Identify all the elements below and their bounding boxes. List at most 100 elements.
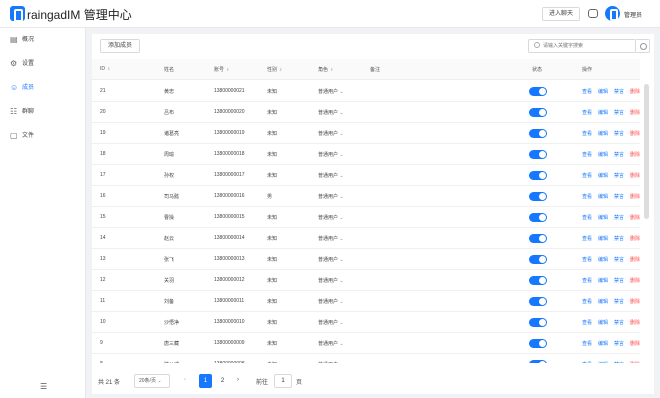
mute-link[interactable]: 禁言 — [614, 109, 624, 116]
view-link[interactable]: 查看 — [582, 319, 592, 326]
goto-page-input[interactable]: 1 — [274, 374, 292, 388]
enter-chat-button[interactable]: 进入聊天 — [542, 7, 580, 21]
mute-link[interactable]: 禁言 — [614, 277, 624, 284]
view-link[interactable]: 查看 — [582, 361, 592, 363]
add-member-button[interactable]: 添加成员 — [100, 39, 140, 53]
mute-link[interactable]: 禁言 — [614, 88, 624, 95]
edit-link[interactable]: 编辑 — [598, 235, 608, 242]
prev-page-icon[interactable]: ‹ — [184, 377, 186, 383]
table-scrollbar[interactable] — [644, 84, 649, 219]
role-select[interactable]: 普通用户 ⌄ — [318, 256, 344, 263]
mute-link[interactable]: 禁言 — [614, 214, 624, 221]
page-2-button[interactable]: 2 — [216, 374, 229, 388]
view-link[interactable]: 查看 — [582, 340, 592, 347]
search-input[interactable] — [543, 41, 633, 51]
status-toggle[interactable] — [529, 255, 547, 264]
delete-link[interactable]: 删除 — [630, 340, 640, 347]
mute-link[interactable]: 禁言 — [614, 151, 624, 158]
status-toggle[interactable] — [529, 276, 547, 285]
sidebar-item-members[interactable]: ☺ 成员 — [0, 76, 86, 100]
role-select[interactable]: 普通用户 ⌄ — [318, 298, 344, 305]
role-select[interactable]: 普通用户 ⌄ — [318, 319, 344, 326]
view-link[interactable]: 查看 — [582, 109, 592, 116]
status-toggle[interactable] — [529, 150, 547, 159]
search-box[interactable] — [528, 39, 636, 53]
status-toggle[interactable] — [529, 339, 547, 348]
admin-name[interactable]: 管理员 — [624, 10, 642, 19]
view-link[interactable]: 查看 — [582, 130, 592, 137]
role-select[interactable]: 普通用户 ⌄ — [318, 88, 344, 95]
role-select[interactable]: 普通用户 ⌄ — [318, 340, 344, 347]
edit-link[interactable]: 编辑 — [598, 214, 608, 221]
col-id[interactable]: ID ⇕ — [100, 66, 110, 72]
page-1-button[interactable]: 1 — [199, 374, 212, 388]
role-select[interactable]: 普通用户 ⌄ — [318, 277, 344, 284]
role-select[interactable]: 普通用户 ⌄ — [318, 151, 344, 158]
role-select[interactable]: 普通用户 ⌄ — [318, 109, 344, 116]
sidebar-item-settings[interactable]: ⚙ 设置 — [0, 52, 86, 76]
edit-link[interactable]: 编辑 — [598, 256, 608, 263]
mute-link[interactable]: 禁言 — [614, 361, 624, 363]
edit-link[interactable]: 编辑 — [598, 298, 608, 305]
delete-link[interactable]: 删除 — [630, 172, 640, 179]
delete-link[interactable]: 删除 — [630, 130, 640, 137]
view-link[interactable]: 查看 — [582, 193, 592, 200]
view-link[interactable]: 查看 — [582, 172, 592, 179]
role-select[interactable]: 普通用户 ⌄ — [318, 130, 344, 137]
delete-link[interactable]: 删除 — [630, 214, 640, 221]
status-toggle[interactable] — [529, 360, 547, 363]
edit-link[interactable]: 编辑 — [598, 319, 608, 326]
delete-link[interactable]: 删除 — [630, 298, 640, 305]
edit-link[interactable]: 编辑 — [598, 88, 608, 95]
view-link[interactable]: 查看 — [582, 277, 592, 284]
edit-link[interactable]: 编辑 — [598, 172, 608, 179]
edit-link[interactable]: 编辑 — [598, 340, 608, 347]
col-account[interactable]: 账号 ⇕ — [214, 66, 229, 73]
mute-link[interactable]: 禁言 — [614, 340, 624, 347]
view-link[interactable]: 查看 — [582, 151, 592, 158]
mute-link[interactable]: 禁言 — [614, 256, 624, 263]
view-link[interactable]: 查看 — [582, 88, 592, 95]
view-link[interactable]: 查看 — [582, 235, 592, 242]
delete-link[interactable]: 删除 — [630, 193, 640, 200]
role-select[interactable]: 普通用户 ⌄ — [318, 193, 344, 200]
status-toggle[interactable] — [529, 192, 547, 201]
search-button[interactable] — [636, 39, 650, 53]
edit-link[interactable]: 编辑 — [598, 130, 608, 137]
chat-icon[interactable] — [588, 9, 598, 18]
delete-link[interactable]: 删除 — [630, 235, 640, 242]
edit-link[interactable]: 编辑 — [598, 277, 608, 284]
delete-link[interactable]: 删除 — [630, 256, 640, 263]
status-toggle[interactable] — [529, 129, 547, 138]
delete-link[interactable]: 删除 — [630, 319, 640, 326]
delete-link[interactable]: 删除 — [630, 277, 640, 284]
status-toggle[interactable] — [529, 108, 547, 117]
delete-link[interactable]: 删除 — [630, 151, 640, 158]
page-size-select[interactable]: 20条/页 ⌄ — [134, 374, 170, 388]
status-toggle[interactable] — [529, 234, 547, 243]
role-select[interactable]: 普通用户 ⌄ — [318, 172, 344, 179]
role-select[interactable]: 普通用户 ⌄ — [318, 361, 344, 363]
col-gender[interactable]: 性别 ⇕ — [267, 66, 282, 73]
status-toggle[interactable] — [529, 87, 547, 96]
mute-link[interactable]: 禁言 — [614, 298, 624, 305]
edit-link[interactable]: 编辑 — [598, 109, 608, 116]
col-role[interactable]: 角色 ⇕ — [318, 66, 333, 73]
delete-link[interactable]: 删除 — [630, 88, 640, 95]
delete-link[interactable]: 删除 — [630, 361, 640, 363]
role-select[interactable]: 普通用户 ⌄ — [318, 214, 344, 221]
status-toggle[interactable] — [529, 171, 547, 180]
next-page-icon[interactable]: › — [237, 377, 239, 383]
status-toggle[interactable] — [529, 318, 547, 327]
status-toggle[interactable] — [529, 297, 547, 306]
mute-link[interactable]: 禁言 — [614, 130, 624, 137]
delete-link[interactable]: 删除 — [630, 109, 640, 116]
mute-link[interactable]: 禁言 — [614, 172, 624, 179]
menu-toggle-icon[interactable]: ☰ — [40, 382, 47, 391]
view-link[interactable]: 查看 — [582, 256, 592, 263]
edit-link[interactable]: 编辑 — [598, 151, 608, 158]
mute-link[interactable]: 禁言 — [614, 235, 624, 242]
edit-link[interactable]: 编辑 — [598, 361, 608, 363]
view-link[interactable]: 查看 — [582, 214, 592, 221]
admin-avatar[interactable] — [605, 6, 620, 21]
